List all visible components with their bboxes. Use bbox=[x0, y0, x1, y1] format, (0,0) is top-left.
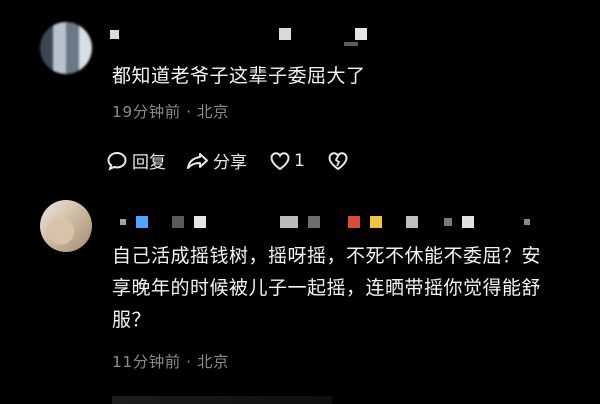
redaction-block bbox=[444, 218, 452, 226]
reply-button[interactable]: 回复 bbox=[106, 148, 166, 173]
redaction-dots bbox=[344, 42, 358, 46]
comment-actions: 回复 分享 1 bbox=[106, 148, 349, 173]
speech-bubble-icon bbox=[106, 151, 128, 171]
redaction-block bbox=[462, 216, 474, 228]
comment-text: 都知道老爷子这辈子委屈大了 bbox=[112, 65, 366, 87]
comment-text-line: 自己活成摇钱树，摇呀摇，不死不休能不委屈？安 bbox=[112, 245, 542, 267]
comment-meta: 11分钟前 · 北京 bbox=[112, 353, 230, 371]
comment-1: 都知道老爷子这辈子委屈大了 19分钟前 · 北京 回复 分享 1 bbox=[0, 0, 600, 190]
share-label: 分享 bbox=[213, 153, 247, 173]
comment-2: 自己活成摇钱树，摇呀摇，不死不休能不委屈？安 享晚年的时候被儿子一起摇，连晒带摇… bbox=[0, 190, 600, 404]
comment-meta: 19分钟前 · 北京 bbox=[112, 103, 230, 121]
dislike-button[interactable] bbox=[327, 151, 349, 171]
username-redacted[interactable] bbox=[110, 26, 367, 42]
share-button[interactable]: 分享 bbox=[186, 148, 247, 173]
redaction-block bbox=[524, 219, 530, 225]
avatar[interactable] bbox=[40, 22, 92, 74]
redaction-block bbox=[370, 216, 382, 228]
redaction-block bbox=[120, 219, 126, 225]
redaction-block bbox=[110, 29, 119, 39]
redaction-block bbox=[279, 28, 291, 40]
heart-icon bbox=[269, 151, 291, 171]
redaction-block bbox=[194, 216, 206, 228]
comment-text-line: 享晚年的时候被儿子一起摇，连晒带摇你觉得能舒 bbox=[112, 277, 542, 299]
username-redacted[interactable] bbox=[120, 214, 530, 230]
redaction-block bbox=[406, 216, 418, 228]
redaction-block bbox=[348, 216, 360, 228]
share-arrow-icon bbox=[186, 151, 210, 171]
comment-text-line: 服？ bbox=[112, 309, 152, 331]
redaction-block bbox=[355, 28, 367, 40]
comment-text: 自己活成摇钱树，摇呀摇，不死不休能不委屈？安 享晚年的时候被儿子一起摇，连晒带摇… bbox=[112, 240, 582, 336]
like-button[interactable]: 1 bbox=[269, 151, 305, 171]
reply-label: 回复 bbox=[132, 153, 166, 173]
like-count: 1 bbox=[294, 150, 305, 171]
redaction-block bbox=[136, 216, 148, 228]
redaction-block bbox=[172, 216, 184, 228]
next-comment-peek bbox=[112, 396, 332, 404]
redaction-block bbox=[280, 216, 298, 228]
redaction-block bbox=[308, 216, 320, 228]
broken-heart-icon bbox=[327, 151, 349, 171]
avatar[interactable] bbox=[40, 200, 92, 252]
